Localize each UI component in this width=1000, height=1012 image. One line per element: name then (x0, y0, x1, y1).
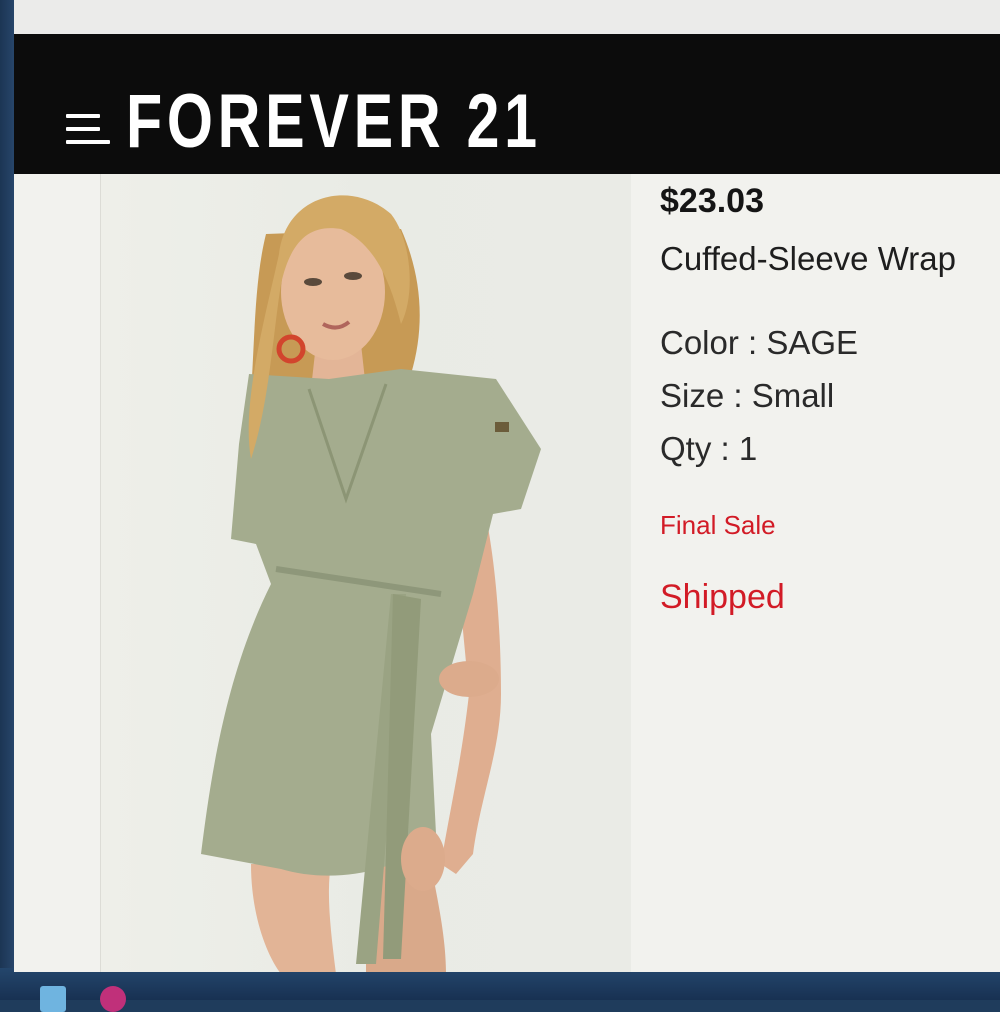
order-item: $23.03 Cuffed-Sleeve Wrap Color : SAGE S… (14, 174, 1000, 972)
size-attribute: Size : Small (660, 377, 835, 414)
model-photo (201, 195, 541, 972)
product-price: $23.03 (660, 182, 764, 220)
app-icon[interactable] (40, 986, 66, 1012)
browser-viewport: FOREVER 21 $23.03 Cuffed-Sleeve Wrap Col… (14, 0, 1000, 972)
site-header: FOREVER 21 (14, 34, 1000, 174)
quantity-attribute: Qty : 1 (660, 430, 758, 467)
product-image[interactable] (100, 174, 631, 972)
hamburger-menu-icon[interactable] (66, 110, 114, 152)
product-details: $23.03 Cuffed-Sleeve Wrap Color : SAGE S… (660, 174, 1000, 972)
color-attribute: Color : SAGE (660, 324, 859, 361)
product-title[interactable]: Cuffed-Sleeve Wrap (660, 240, 956, 278)
app-icon[interactable] (100, 986, 126, 1012)
taskbar-icons (40, 986, 340, 1012)
brand-logo[interactable]: FOREVER 21 (126, 84, 542, 160)
shipping-status: Shipped (660, 578, 785, 616)
final-sale-label: Final Sale (660, 510, 776, 540)
page-top-strip (14, 0, 1000, 36)
